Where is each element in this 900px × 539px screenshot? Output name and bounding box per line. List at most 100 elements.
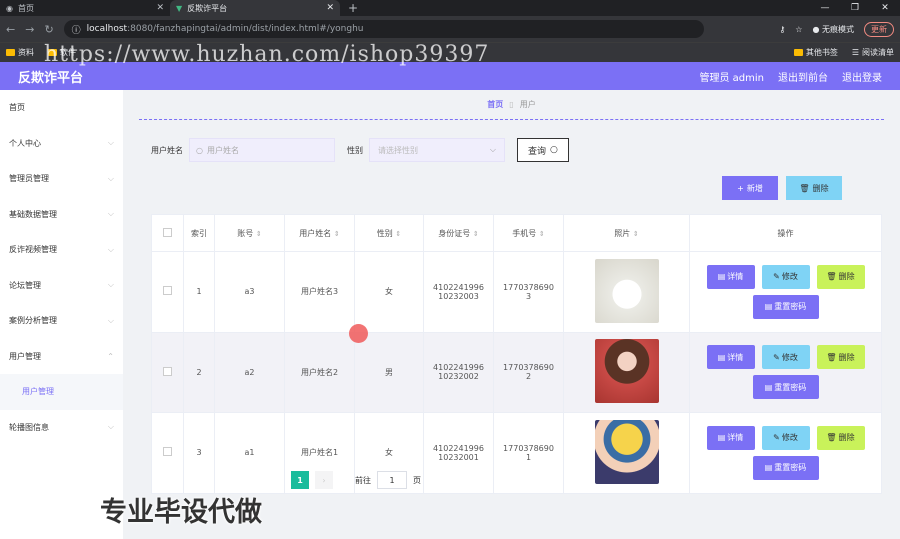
sidebar-item-videos[interactable]: 反诈视频管理 ⌵ — [0, 232, 123, 268]
forward-icon[interactable]: → — [25, 23, 34, 36]
phone-line-1: 1770378690 — [503, 282, 554, 292]
sort-icon[interactable]: ⇕ — [633, 230, 639, 238]
col-id-number[interactable]: 身份证号 ⇕ — [423, 214, 494, 252]
pagination: 1 › 前往 1 页 — [291, 471, 421, 489]
url-field[interactable]: ⓘ localhost:8080/fanzhapingtai/admin/dis… — [63, 20, 704, 38]
breadcrumb-home[interactable]: 首页 — [487, 99, 503, 110]
cell-phone: 1770378690 1 — [493, 412, 564, 494]
col-name[interactable]: 用户姓名 ⇕ — [284, 214, 355, 252]
sidebar-item-forum[interactable]: 论坛管理 ⌵ — [0, 268, 123, 304]
detail-button[interactable]: ▤ 详情 — [706, 345, 755, 370]
sidebar-item-profile[interactable]: 个人中心 ⌵ — [0, 126, 123, 162]
star-icon[interactable]: ☆ — [795, 25, 802, 34]
reload-icon[interactable]: ↻ — [44, 23, 53, 36]
chevron-down-icon: ⌵ — [107, 280, 114, 290]
name-search-input[interactable]: ○ 用户姓名 — [189, 138, 335, 162]
col-account[interactable]: 账号 ⇕ — [214, 214, 285, 252]
select-all-checkbox[interactable] — [163, 227, 172, 237]
sidebar-item-carousel[interactable]: 轮播图信息 ⌵ — [0, 410, 123, 446]
close-window-icon[interactable]: ✕ — [870, 0, 900, 16]
sort-icon[interactable]: ⇕ — [539, 230, 545, 238]
detail-button[interactable]: ▤ 详情 — [706, 264, 755, 289]
user-photo[interactable] — [594, 419, 659, 484]
reset-password-button[interactable]: ▤ 重置密码 — [752, 375, 819, 400]
sidebar-item-label: 用户管理 — [22, 387, 54, 397]
logout-link[interactable]: 退出登录 — [842, 69, 882, 84]
batch-delete-button[interactable]: 🗑 删除 — [786, 176, 842, 200]
user-photo[interactable] — [594, 258, 659, 323]
detail-label: 详情 — [727, 272, 744, 282]
delete-button[interactable]: 🗑 删除 — [816, 345, 865, 370]
col-phone-label: 手机号 — [512, 228, 537, 238]
col-gender-label: 性别 — [376, 228, 393, 238]
restore-icon[interactable]: ❐ — [840, 0, 870, 16]
browser-tab-home[interactable]: ◉ 首页 ✕ — [0, 0, 170, 16]
edit-button[interactable]: ✎ 修改 — [761, 264, 810, 289]
reset-password-button[interactable]: ▤ 重置密码 — [752, 455, 819, 480]
detail-button[interactable]: ▤ 详情 — [706, 425, 755, 450]
new-tab-icon[interactable]: + — [340, 0, 366, 16]
row-checkbox[interactable] — [163, 286, 172, 296]
col-gender[interactable]: 性别 ⇕ — [354, 214, 424, 252]
add-button[interactable]: + 新增 — [722, 176, 778, 200]
sidebar-subitem-users[interactable]: 用户管理 — [0, 374, 123, 410]
reading-list[interactable]: ☰ 阅读清单 — [852, 47, 894, 58]
back-icon[interactable]: ← — [6, 23, 15, 36]
col-phone[interactable]: 手机号 ⇕ — [493, 214, 564, 252]
sidebar-item-cases[interactable]: 案例分析管理 ⌵ — [0, 303, 123, 339]
page-number-current[interactable]: 1 — [291, 471, 309, 489]
table-header-row: 索引 账号 ⇕ 用户姓名 ⇕ 性别 ⇕ 身份证号 ⇕ 手机号 ⇕ 照片 ⇕ 操作 — [151, 214, 882, 252]
window-controls: — ❐ ✕ — [810, 0, 900, 16]
col-photo[interactable]: 照片 ⇕ — [563, 214, 690, 252]
delete-button[interactable]: 🗑 删除 — [816, 425, 865, 450]
cell-photo — [563, 331, 690, 413]
sidebar-item-basic-data[interactable]: 基础数据管理 ⌵ — [0, 197, 123, 233]
bookmark-label: 软件 — [60, 48, 76, 57]
sort-icon[interactable]: ⇕ — [395, 230, 401, 238]
close-icon[interactable]: ✕ — [326, 3, 334, 13]
delete-button[interactable]: 🗑 删除 — [816, 264, 865, 289]
col-account-label: 账号 — [237, 228, 254, 238]
select-placeholder: 请选择性别 — [378, 145, 418, 155]
edit-label: 修改 — [781, 433, 798, 443]
cell-id-number: 4102241996 10232001 — [423, 412, 494, 494]
folder-icon — [793, 49, 803, 56]
sort-icon[interactable]: ⇕ — [334, 230, 340, 238]
next-page-icon[interactable]: › — [315, 471, 333, 489]
other-bookmarks[interactable]: 其他书签 — [793, 47, 838, 58]
page-jump-input[interactable]: 1 — [377, 471, 407, 489]
key-icon[interactable]: ⚷ — [779, 25, 785, 34]
sidebar-item-admins[interactable]: 管理员管理 ⌵ — [0, 161, 123, 197]
edit-button[interactable]: ✎ 修改 — [761, 345, 810, 370]
page-unit-label: 页 — [413, 475, 421, 485]
reset-password-button[interactable]: ▤ 重置密码 — [752, 294, 819, 319]
incognito-indicator[interactable]: ● 无痕模式 — [812, 24, 854, 35]
back-to-front-link[interactable]: 退出到前台 — [778, 69, 828, 84]
bookmark-folder[interactable]: 资料 — [6, 47, 34, 58]
col-index: 索引 — [183, 214, 215, 252]
sidebar-item-label: 用户管理 — [9, 351, 41, 361]
sidebar-item-users[interactable]: 用户管理 ⌃ — [0, 339, 123, 375]
edit-button[interactable]: ✎ 修改 — [761, 425, 810, 450]
row-checkbox[interactable] — [163, 366, 172, 376]
bookmark-label: 资料 — [18, 48, 34, 57]
bookmarks-bar: 资料 软件 其他书签 ☰ 阅读清单 — [0, 42, 900, 62]
query-button[interactable]: 查询 ○ — [517, 138, 569, 162]
row-checkbox[interactable] — [163, 447, 172, 457]
info-icon: ⓘ — [71, 25, 81, 36]
minimize-icon[interactable]: — — [810, 0, 840, 16]
breadcrumb-current: 用户 — [519, 100, 536, 109]
sort-icon[interactable]: ⇕ — [473, 230, 479, 238]
bookmark-folder[interactable]: 软件 — [48, 47, 76, 58]
gender-select[interactable]: 请选择性别 ⌵ — [369, 138, 505, 162]
cell-operations: ▤ 详情 ✎ 修改 🗑 删除 ▤ 重置密码 — [689, 412, 882, 494]
user-photo[interactable] — [594, 339, 659, 404]
chevron-down-icon: ⌵ — [107, 315, 114, 325]
cell-operations: ▤ 详情 ✎ 修改 🗑 删除 ▤ 重置密码 — [689, 331, 882, 413]
update-button[interactable]: 更新 — [864, 21, 894, 37]
browser-tab-active[interactable]: ▼ 反欺诈平台 ✕ — [170, 0, 340, 16]
sidebar-item-home[interactable]: 首页 — [0, 90, 123, 126]
sort-icon[interactable]: ⇕ — [256, 230, 262, 238]
document-icon: ▤ — [717, 272, 726, 282]
close-icon[interactable]: ✕ — [156, 3, 164, 13]
